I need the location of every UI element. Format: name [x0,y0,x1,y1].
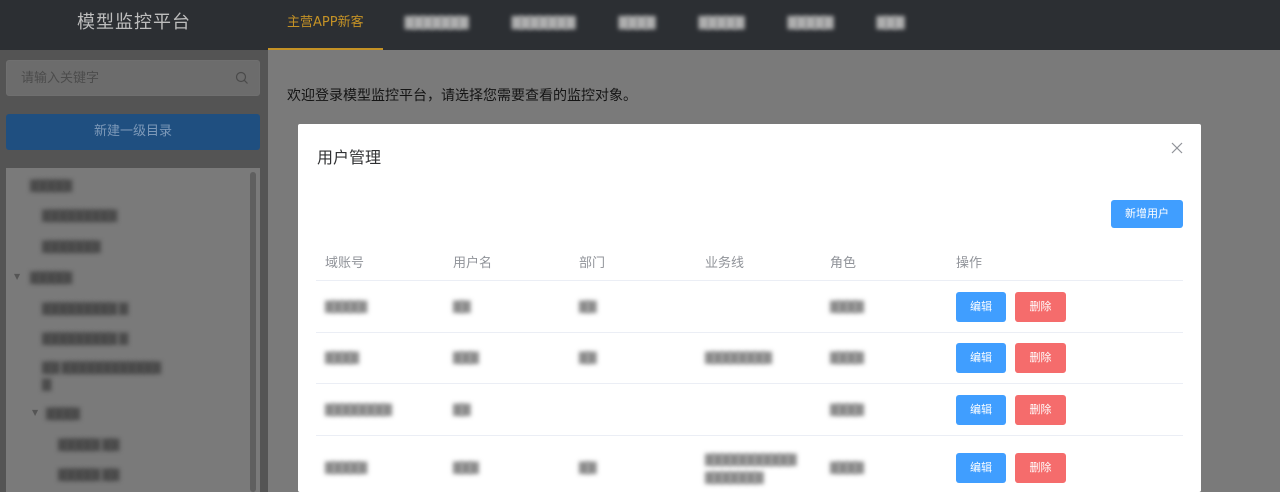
tab-label: ▇▇▇▇ [618,15,656,30]
tab-label: ▇▇▇▇▇▇▇ [404,15,469,30]
search-box [6,60,260,96]
nav-tabs: 主营APP新客 ▇▇▇▇▇▇▇ ▇▇▇▇▇▇▇ ▇▇▇▇ ▇▇▇▇▇ ▇▇▇▇▇… [268,0,926,50]
new-top-directory-button[interactable]: 新建一级目录 [6,114,260,150]
cell-username: ▇▇ [453,402,470,416]
tab-main-app-new-customer[interactable]: 主营APP新客 [268,0,383,50]
cell-role: ▇▇▇▇ [830,299,864,313]
tree-node[interactable]: ▇▇▇▇ [46,406,80,420]
tab-label: ▇▇▇▇▇ [787,15,834,30]
delete-button[interactable]: 删除 [1015,292,1066,322]
user-table: 域账号 用户名 部门 业务线 角色 操作 ▇▇▇▇▇ ▇▇ ▇▇ ▇▇▇▇ 编辑… [316,238,1183,492]
tree-node[interactable]: ▇▇▇▇▇ [30,178,72,192]
tab-3[interactable]: ▇▇▇▇▇▇▇ [490,0,597,50]
column-header-account: 域账号 [325,256,365,271]
app-title: 模型监控平台 [77,12,191,33]
column-header-actions: 操作 [956,256,983,271]
table-row: ▇▇▇▇▇ ▇▇▇ ▇▇ ▇▇▇▇▇▇▇▇▇▇▇ ▇▇▇▇▇▇▇ ▇▇▇▇ 编辑… [316,436,1183,492]
tree-node[interactable]: ▇▇▇▇▇▇▇ [42,239,101,253]
tree-node[interactable]: ▇▇▇▇▇ ▇▇ [58,467,119,481]
table-row: ▇▇▇▇▇▇▇▇ ▇▇ ▇▇▇▇ 编辑 删除 [316,384,1183,436]
dialog-title: 用户管理 [317,148,382,167]
tab-7[interactable]: ▇▇▇ [855,0,926,50]
tab-label: ▇▇▇▇▇ [698,15,745,30]
tree-node[interactable]: ▇▇▇▇▇ [30,270,72,284]
cell-username: ▇▇ [453,299,470,313]
tab-5[interactable]: ▇▇▇▇▇ [677,0,766,50]
cell-username: ▇▇▇ [453,460,479,474]
tab-label: ▇▇▇ [876,15,905,30]
cell-account: ▇▇▇▇▇ [325,460,367,474]
edit-button[interactable]: 编辑 [956,343,1006,373]
cell-account: ▇▇▇▇▇ [325,299,367,313]
tab-2[interactable]: ▇▇▇▇▇▇▇ [383,0,490,50]
search-icon[interactable] [235,71,249,85]
cell-department: ▇▇ [579,460,596,474]
tab-6[interactable]: ▇▇▇▇▇ [766,0,855,50]
tab-label: ▇▇▇▇▇▇▇ [511,15,576,30]
top-navbar: 模型监控平台 主营APP新客 ▇▇▇▇▇▇▇ ▇▇▇▇▇▇▇ ▇▇▇▇ ▇▇▇▇… [0,0,1280,50]
add-user-button[interactable]: 新增用户 [1111,200,1183,228]
edit-button[interactable]: 编辑 [956,292,1006,322]
tree-node[interactable]: ▇▇▇▇▇▇▇▇▇ ▇ [42,331,128,345]
tab-label: 主营APP新客 [287,15,364,30]
tree-node[interactable]: ▇▇▇▇▇ ▇▇ [58,437,119,451]
tab-4[interactable]: ▇▇▇▇ [597,0,677,50]
tree-node[interactable]: ▇▇ ▇▇▇▇▇▇▇▇▇▇▇▇ [42,360,161,374]
cell-role: ▇▇▇▇ [830,402,864,416]
tree-node[interactable]: ▇ [42,377,51,391]
column-header-department: 部门 [579,256,606,271]
cell-account: ▇▇▇▇▇▇▇▇ [325,402,392,416]
column-header-business-line: 业务线 [705,256,745,271]
sidebar: 新建一级目录 ▇▇▇▇▇ ▇▇▇▇▇▇▇▇▇ ▇▇▇▇▇▇▇ ▼ ▇▇▇▇▇ ▇… [0,50,268,492]
cell-username: ▇▇▇ [453,350,479,364]
delete-button[interactable]: 删除 [1015,343,1066,373]
tree-node[interactable]: ▇▇▇▇▇▇▇▇▇ [42,208,117,222]
edit-button[interactable]: 编辑 [956,453,1006,483]
user-management-dialog: 用户管理 新增用户 域账号 用户名 部门 业务线 角色 操作 ▇▇▇▇▇ ▇▇ … [298,124,1201,492]
table-row: ▇▇▇▇▇ ▇▇ ▇▇ ▇▇▇▇ 编辑 删除 [316,281,1183,333]
cell-role: ▇▇▇▇ [830,460,864,474]
cell-role: ▇▇▇▇ [830,350,864,364]
close-icon[interactable] [1171,142,1183,154]
table-header: 域账号 用户名 部门 业务线 角色 操作 [316,238,1183,281]
directory-tree: ▇▇▇▇▇ ▇▇▇▇▇▇▇▇▇ ▇▇▇▇▇▇▇ ▼ ▇▇▇▇▇ ▇▇▇▇▇▇▇▇… [6,168,260,492]
welcome-message: 欢迎登录模型监控平台，请选择您需要查看的监控对象。 [287,88,637,104]
tree-node[interactable]: ▇▇▇▇▇▇▇▇▇ ▇ [42,301,128,315]
cell-account: ▇▇▇▇ [325,350,359,364]
cell-department: ▇▇ [579,350,596,364]
cell-business-line: ▇▇▇▇▇▇▇▇ [705,350,772,364]
cell-business-line: ▇▇▇▇▇▇▇▇▇▇▇ ▇▇▇▇▇▇▇ [705,452,797,484]
tree-scrollbar[interactable] [250,172,256,492]
search-input[interactable] [21,61,231,95]
delete-button[interactable]: 删除 [1015,395,1066,425]
column-header-username: 用户名 [453,256,493,271]
delete-button[interactable]: 删除 [1015,453,1066,483]
edit-button[interactable]: 编辑 [956,395,1006,425]
caret-down-icon[interactable]: ▼ [32,408,38,417]
column-header-role: 角色 [830,256,857,271]
caret-down-icon[interactable]: ▼ [14,272,20,281]
table-row: ▇▇▇▇ ▇▇▇ ▇▇ ▇▇▇▇▇▇▇▇ ▇▇▇▇ 编辑 删除 [316,333,1183,384]
cell-department: ▇▇ [579,299,596,313]
